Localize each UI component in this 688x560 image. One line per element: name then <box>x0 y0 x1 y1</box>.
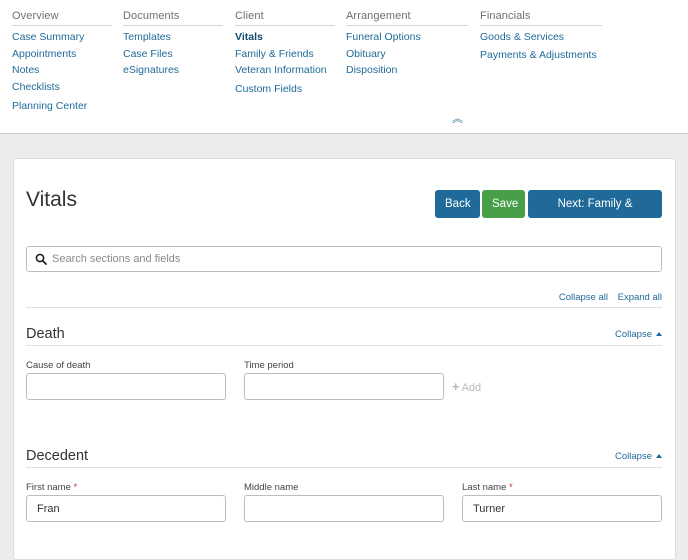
save-button[interactable]: Save <box>482 190 525 218</box>
nav-link-payments-adjustments[interactable]: Payments & Adjustments <box>480 49 602 61</box>
back-button[interactable]: Back <box>435 190 480 218</box>
caret-up-icon <box>656 332 662 336</box>
nav-link-case-files[interactable]: Case Files <box>123 48 223 60</box>
page-title: Vitals <box>26 188 77 211</box>
nav-column-arrangement: Arrangement Funeral Options Obituary Dis… <box>346 10 468 81</box>
first-name-label: First name * <box>26 482 77 493</box>
nav-link-notes[interactable]: Notes <box>12 64 112 76</box>
divider <box>26 345 662 346</box>
search-input[interactable] <box>50 249 654 269</box>
required-mark: * <box>73 482 78 493</box>
vitals-card: Vitals Back Save Next: Family & Friends … <box>13 158 676 560</box>
nav-column-documents: Documents Templates Case Files eSignatur… <box>123 10 223 81</box>
last-name-label-text: Last name <box>462 482 507 493</box>
cause-of-death-label: Cause of death <box>26 360 91 371</box>
death-collapse-label: Collapse <box>615 329 652 340</box>
nav-link-veteran-information[interactable]: Veteran Information <box>235 64 335 76</box>
search-box <box>26 246 662 272</box>
nav-link-checklists[interactable]: Checklists <box>12 81 112 93</box>
nav-link-appointments[interactable]: Appointments <box>12 48 112 60</box>
middle-name-label: Middle name <box>244 482 299 493</box>
nav-link-esignatures[interactable]: eSignatures <box>123 64 223 76</box>
nav-link-custom-fields[interactable]: Custom Fields <box>235 83 335 95</box>
nav-heading-client: Client <box>235 10 335 26</box>
death-collapse-toggle[interactable]: Collapse <box>615 329 662 340</box>
section-title-death: Death <box>26 326 65 342</box>
nav-heading-documents: Documents <box>123 10 223 26</box>
section-toggle-links: Collapse all Expand all <box>552 292 662 303</box>
divider <box>26 307 662 308</box>
next-family-friends-button[interactable]: Next: Family & Friends <box>528 190 662 238</box>
nav-link-templates[interactable]: Templates <box>123 31 223 43</box>
nav-heading-arrangement: Arrangement <box>346 10 468 26</box>
caret-up-icon <box>656 454 662 458</box>
nav-link-case-summary[interactable]: Case Summary <box>12 31 112 43</box>
expand-all-link[interactable]: Expand all <box>618 292 662 303</box>
add-label: Add <box>461 382 482 394</box>
first-name-field[interactable] <box>26 495 226 522</box>
add-time-period-button[interactable]: + Add <box>452 379 481 394</box>
nav-column-financials: Financials Goods & Services Payments & A… <box>480 10 602 66</box>
time-period-label: Time period <box>244 360 294 371</box>
nav-heading-overview: Overview <box>12 10 112 26</box>
last-name-field[interactable] <box>462 495 662 522</box>
decedent-collapse-label: Collapse <box>615 451 652 462</box>
nav-column-client: Client Vitals Family & Friends Veteran I… <box>235 10 335 100</box>
nav-link-funeral-options[interactable]: Funeral Options <box>346 31 468 43</box>
nav-column-overview: Overview Case Summary Appointments Notes… <box>12 10 112 116</box>
decedent-collapse-toggle[interactable]: Collapse <box>615 451 662 462</box>
cause-of-death-field[interactable] <box>26 373 226 400</box>
search-icon <box>35 253 47 265</box>
nav-link-disposition[interactable]: Disposition <box>346 64 468 76</box>
top-navigation: Overview Case Summary Appointments Notes… <box>0 0 688 134</box>
nav-link-planning-center[interactable]: Planning Center <box>12 100 112 112</box>
nav-heading-financials: Financials <box>480 10 602 26</box>
collapse-nav-icon[interactable]: ︽ <box>452 114 463 125</box>
collapse-all-link[interactable]: Collapse all <box>559 292 608 303</box>
last-name-label: Last name * <box>462 482 513 493</box>
middle-name-field[interactable] <box>244 495 444 522</box>
time-period-field[interactable] <box>244 373 444 400</box>
nav-link-goods-services[interactable]: Goods & Services <box>480 31 602 43</box>
required-mark: * <box>509 482 513 493</box>
plus-icon: + <box>452 379 460 394</box>
divider <box>26 467 662 468</box>
section-title-decedent: Decedent <box>26 448 89 464</box>
nav-link-vitals[interactable]: Vitals <box>235 31 335 43</box>
first-name-label-text: First name <box>26 482 71 493</box>
nav-link-family-friends[interactable]: Family & Friends <box>235 48 335 60</box>
nav-link-obituary[interactable]: Obituary <box>346 48 468 60</box>
